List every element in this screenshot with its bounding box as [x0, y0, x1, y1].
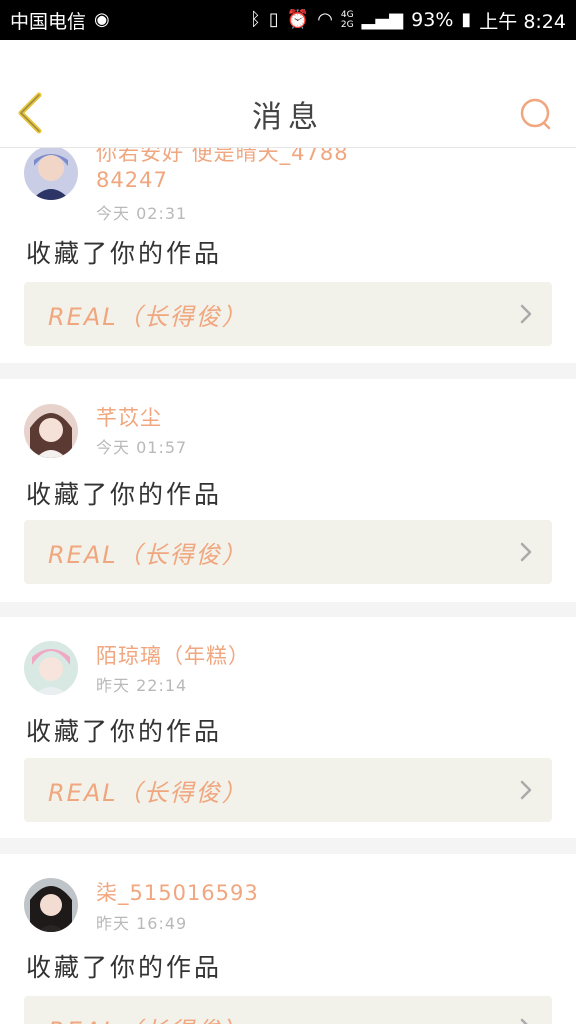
message-action: 收藏了你的作品: [26, 239, 223, 268]
message-time: 昨天 16:49: [96, 914, 188, 933]
work-title: REAL（长得俊）: [48, 1011, 248, 1024]
avatar-image: [24, 641, 78, 695]
network-2g-label: 2G: [340, 20, 354, 30]
status-bar: 中国电信 ◉ ᛒ ▯ ⏰ ◠ 4G 2G ▂▄▆ 93% ▮ 上午 8:24: [0, 0, 576, 40]
work-link[interactable]: REAL（长得俊）: [24, 520, 552, 584]
search-button[interactable]: [516, 94, 556, 134]
message-time: 今天 02:31: [96, 204, 188, 223]
work-link[interactable]: REAL（长得俊）: [24, 282, 552, 346]
user-name[interactable]: 陌琼璃（年糕）: [96, 643, 356, 670]
notification-icon: ◉: [94, 9, 110, 30]
work-title: REAL（长得俊）: [48, 778, 248, 807]
bluetooth-icon: ᛒ: [250, 9, 261, 30]
chevron-right-icon: [520, 542, 532, 562]
status-left: 中国电信 ◉: [10, 7, 110, 34]
message-card: 你若安好 便是晴天_478884247 今天 02:31 收藏了你的作品 REA…: [0, 148, 576, 363]
chevron-right-icon: [520, 780, 532, 800]
avatar[interactable]: [24, 878, 78, 932]
message-time: 昨天 22:14: [96, 676, 188, 695]
avatar[interactable]: [24, 148, 78, 200]
message-time: 今天 01:57: [96, 438, 188, 457]
carrier-label: 中国电信: [10, 10, 87, 33]
chevron-right-icon: [520, 1018, 528, 1024]
vibrate-icon: ▯: [268, 9, 279, 30]
search-icon: [520, 98, 551, 130]
user-name[interactable]: 芊苡尘: [96, 405, 356, 432]
user-name[interactable]: 柒_515016593: [96, 880, 356, 907]
chevron-right-icon: [520, 304, 532, 324]
avatar[interactable]: [24, 404, 78, 458]
work-link[interactable]: REAL（长得俊）: [24, 758, 552, 822]
avatar[interactable]: [24, 641, 78, 695]
message-card: 芊苡尘 今天 01:57 收藏了你的作品 REAL（长得俊）: [0, 379, 576, 602]
message-action: 收藏了你的作品: [26, 953, 223, 982]
avatar-image: [24, 148, 78, 200]
message-action: 收藏了你的作品: [26, 480, 223, 509]
avatar-image: [24, 404, 78, 458]
network-4g-label: 4G: [340, 10, 354, 20]
work-link[interactable]: REAL（长得俊）: [24, 996, 552, 1024]
message-action: 收藏了你的作品: [26, 717, 223, 746]
status-right: ᛒ ▯ ⏰ ◠ 4G 2G ▂▄▆ 93% ▮ 上午 8:24: [250, 7, 566, 34]
battery-icon: ▮: [461, 9, 472, 30]
network-type: 4G 2G: [341, 10, 354, 30]
work-title: REAL（长得俊）: [48, 540, 248, 569]
work-title: REAL（长得俊）: [48, 302, 248, 331]
signal-icon: ▂▄▆: [361, 9, 404, 30]
page-title: 消息: [252, 100, 324, 135]
header: 消息: [0, 40, 576, 148]
battery-percent: 93%: [411, 9, 454, 31]
message-list: 你若安好 便是晴天_478884247 今天 02:31 收藏了你的作品 REA…: [0, 148, 576, 1024]
message-card: 柒_515016593 昨天 16:49 收藏了你的作品 REAL（长得俊）: [0, 854, 576, 1024]
avatar-image: [24, 878, 78, 932]
user-name[interactable]: 你若安好 便是晴天_478884247: [96, 148, 356, 194]
clock: 上午 8:24: [479, 10, 566, 33]
message-card: 陌琼璃（年糕） 昨天 22:14 收藏了你的作品 REAL（长得俊）: [0, 617, 576, 838]
alarm-icon: ⏰: [286, 9, 310, 30]
wifi-icon: ◠: [317, 9, 333, 30]
